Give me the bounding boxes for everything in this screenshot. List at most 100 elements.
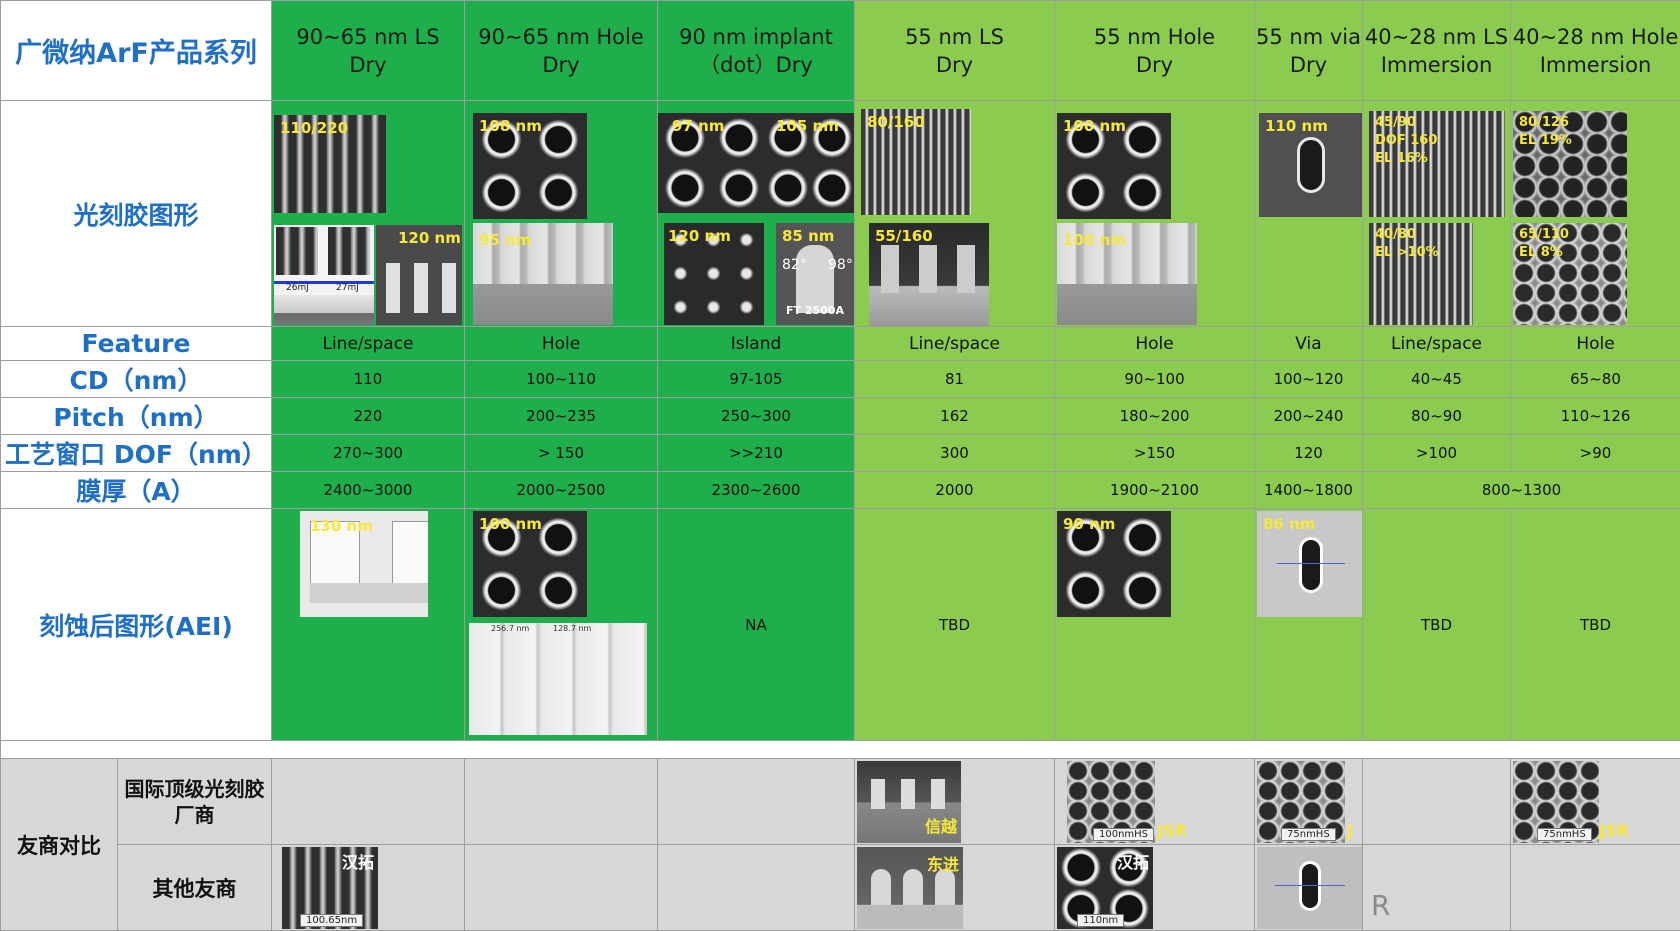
sem-image: 26mJ 27mJ	[274, 225, 374, 325]
aei-tbd: TBD	[1510, 508, 1680, 741]
feature-cell: Hole	[1054, 326, 1255, 361]
pitch-cell: 162	[854, 397, 1055, 435]
aei-tbd: TBD	[1362, 508, 1511, 741]
sem-image: 256.7 nm 128.7 nm	[469, 623, 647, 735]
sem-image: 65/110 EL 8%	[1513, 223, 1627, 325]
feature-cell: Line/space	[1362, 326, 1511, 361]
sem-image: 100 nm	[1057, 113, 1171, 219]
comp-cell	[657, 758, 855, 845]
resist-image-cell-2: 108 nm 95 nm	[464, 100, 658, 327]
feature-cell: Line/space	[854, 326, 1055, 361]
comp-cell	[464, 758, 658, 845]
intl-vendor-label: 国际顶级光刻胶厂商	[117, 758, 272, 845]
resist-image-cell-6: 110 nm	[1254, 100, 1363, 327]
sem-image: 汉拓 100.65nm	[282, 847, 378, 929]
dof-cell: >150	[1054, 434, 1255, 472]
row-label-cd: CD（nm）	[0, 360, 272, 398]
sem-image: 45/90 DOF 160 EL 16%	[1369, 111, 1505, 217]
col-header-5: 55 nm Hole Dry	[1054, 0, 1255, 101]
comparison-table: 友商对比 国际顶级光刻胶厂商 信越 100nmHS JSR 75nmHS J 7…	[0, 758, 1680, 931]
row-label-dof: 工艺窗口 DOF（nm）	[0, 434, 272, 472]
comp-cell	[657, 844, 855, 931]
resist-image-cell-5: 100 nm 100 nm	[1054, 100, 1255, 327]
sem-image: 90 nm	[1057, 511, 1171, 617]
dof-cell: 270~300	[271, 434, 465, 472]
dof-cell: 300	[854, 434, 1055, 472]
sem-image: 40/80 EL >10%	[1369, 223, 1473, 325]
resist-image-cell-8: 80/126 EL 19% 65/110 EL 8%	[1510, 100, 1680, 327]
sem-image	[1257, 847, 1362, 929]
sem-image: 信越	[857, 761, 961, 843]
cd-cell: 81	[854, 360, 1055, 398]
table-title: 广微纳ArF产品系列	[0, 0, 272, 101]
sem-image: 108 nm	[473, 113, 587, 219]
sem-image: 80/126 EL 19%	[1513, 111, 1627, 217]
cd-cell: 40~45	[1362, 360, 1511, 398]
cd-cell: 100~110	[464, 360, 658, 398]
col-header-4: 55 nm LS Dry	[854, 0, 1055, 101]
comp-cell: 信越	[854, 758, 1055, 845]
col-header-6: 55 nm via Dry	[1254, 0, 1363, 101]
row-label-aei: 刻蚀后图形(AEI)	[0, 508, 272, 741]
aei-cell-5: 90 nm	[1054, 508, 1255, 741]
comparison-label: 友商对比	[0, 758, 118, 931]
aei-cell-2: 100 nm 256.7 nm 128.7 nm	[464, 508, 658, 741]
comp-cell: 汉拓 100.65nm	[271, 844, 465, 931]
dof-cell: >>210	[657, 434, 855, 472]
sem-image: 86 nm	[1257, 511, 1362, 617]
comp-cell: 100nmHS JSR	[1054, 758, 1255, 845]
thickness-cell: 1900~2100	[1054, 471, 1255, 509]
pitch-cell: 80~90	[1362, 397, 1511, 435]
sem-image: 80/160	[861, 109, 971, 215]
aei-na: NA	[657, 508, 855, 741]
thickness-cell: 2000~2500	[464, 471, 658, 509]
dof-cell: 120	[1254, 434, 1363, 472]
thickness-cell: 2000	[854, 471, 1055, 509]
comp-cell: 汉拓 110nm	[1054, 844, 1255, 931]
row-label-pitch: Pitch（nm）	[0, 397, 272, 435]
sem-image: 55/160	[869, 223, 989, 326]
feature-cell: Hole	[1510, 326, 1680, 361]
pitch-cell: 220	[271, 397, 465, 435]
comp-cell: R	[1362, 844, 1511, 931]
sem-image: 100nmHS	[1067, 761, 1155, 843]
sem-image: 85 nm 82° 98° FT 2500A	[776, 223, 854, 325]
sem-image: 75nmHS	[1257, 761, 1345, 843]
pitch-cell: 180~200	[1054, 397, 1255, 435]
sem-image: 100 nm	[1057, 223, 1197, 325]
comp-cell	[1254, 844, 1363, 931]
comp-cell: 75nmHS JSR	[1510, 758, 1680, 845]
comp-cell: 东进	[854, 844, 1055, 931]
cd-cell: 110	[271, 360, 465, 398]
sem-image: 100 nm	[473, 511, 587, 617]
col-header-1: 90~65 nm LS Dry	[271, 0, 465, 101]
sem-image: 75nmHS	[1513, 761, 1599, 843]
thickness-cell: 2300~2600	[657, 471, 855, 509]
pitch-cell: 250~300	[657, 397, 855, 435]
cd-cell: 100~120	[1254, 360, 1363, 398]
cd-cell: 65~80	[1510, 360, 1680, 398]
thickness-cell: 2400~3000	[271, 471, 465, 509]
resist-image-cell-3: 97 nm 105 nm 120 nm 85 nm 82° 98° FT 250…	[657, 100, 855, 327]
sem-image: 130 nm	[300, 511, 428, 617]
product-table: 广微纳ArF产品系列 90~65 nm LS Dry 90~65 nm Hole D…	[0, 0, 1680, 769]
pitch-cell: 200~240	[1254, 397, 1363, 435]
sem-image: 95 nm	[473, 223, 613, 325]
feature-cell: Via	[1254, 326, 1363, 361]
resist-image-cell-7: 45/90 DOF 160 EL 16% 40/80 EL >10%	[1362, 100, 1511, 327]
row-label-thickness: 膜厚（A）	[0, 471, 272, 509]
dof-cell: >90	[1510, 434, 1680, 472]
comp-cell	[1362, 758, 1511, 845]
feature-cell: Hole	[464, 326, 658, 361]
aei-cell-6: 86 nm	[1254, 508, 1363, 741]
thickness-cell: 1400~1800	[1254, 471, 1363, 509]
aei-tbd: TBD	[854, 508, 1055, 741]
dof-cell: >100	[1362, 434, 1511, 472]
col-header-3: 90 nm implant （dot）Dry	[657, 0, 855, 101]
sem-image: 97 nm	[658, 113, 766, 213]
col-header-8: 40~28 nm Hole Immersion	[1510, 0, 1680, 101]
sem-image: 110 nm	[1259, 113, 1362, 217]
resist-image-cell-4: 80/160 55/160	[854, 100, 1055, 327]
pitch-cell: 110~126	[1510, 397, 1680, 435]
thickness-cell: 800~1300	[1362, 471, 1680, 509]
